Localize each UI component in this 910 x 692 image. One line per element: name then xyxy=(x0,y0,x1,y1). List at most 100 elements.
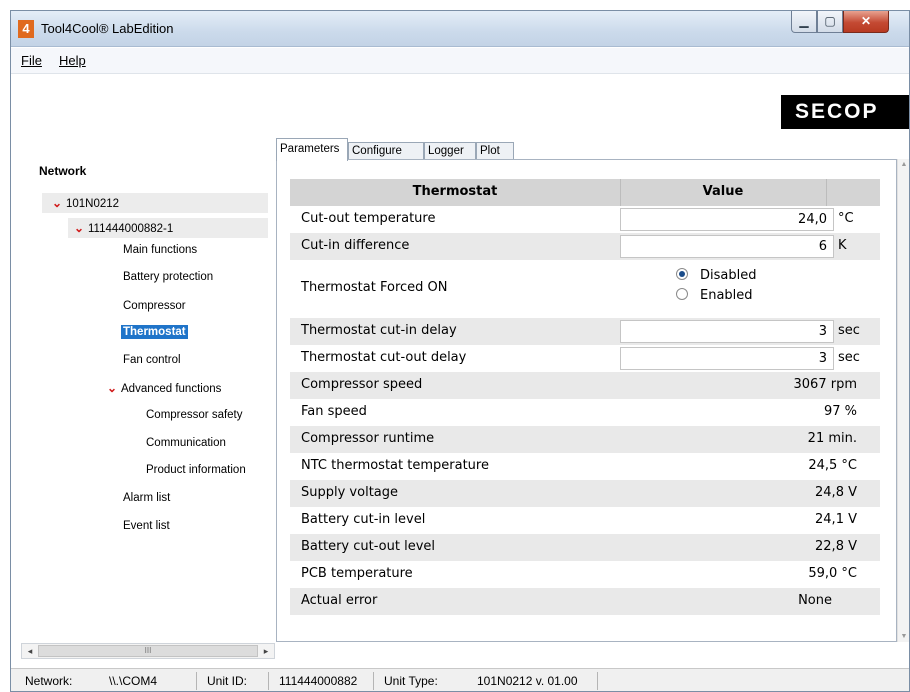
tree-item-label: Event list xyxy=(123,520,170,532)
table-row: Actual error None xyxy=(290,588,880,615)
param-value: 97 % xyxy=(823,404,857,419)
app-logo-icon: 4 xyxy=(18,20,34,38)
column-divider xyxy=(826,179,827,206)
table-row: Thermostat cut-out delay 3 sec xyxy=(290,345,880,372)
status-divider xyxy=(597,672,598,690)
param-name: Supply voltage xyxy=(301,485,399,500)
tree-node-label: 111444000882-1 xyxy=(88,223,174,235)
tree-node-label: 101N0212 xyxy=(66,198,120,210)
tab-parameters[interactable]: Parameters xyxy=(276,138,348,161)
table-row: Fan speed 97 % xyxy=(290,399,880,426)
tree-item-label: Advanced functions xyxy=(121,383,222,395)
scroll-down-icon[interactable]: ▼ xyxy=(899,633,909,640)
param-name: NTC thermostat temperature xyxy=(301,458,489,473)
param-value: 59,0 °C xyxy=(808,566,857,581)
tree-node-unit[interactable]: ⌄ 111444000882-1 xyxy=(68,218,268,238)
radio-label: Disabled xyxy=(700,268,757,283)
param-name: Battery cut-out level xyxy=(301,539,435,554)
param-value: 22,8 V xyxy=(815,539,857,554)
tree-node-device[interactable]: ⌄ 101N0212 xyxy=(42,193,268,213)
param-name: Thermostat Forced ON xyxy=(301,280,448,295)
chevron-down-icon[interactable]: ⌄ xyxy=(107,381,121,395)
tree-item-label: Alarm list xyxy=(123,492,171,504)
chevron-down-icon[interactable]: ⌄ xyxy=(52,196,66,210)
radio-unselected-icon[interactable] xyxy=(676,288,688,300)
scroll-left-icon[interactable]: ◂ xyxy=(22,644,38,658)
tab-logger[interactable]: Logger xyxy=(424,142,476,160)
tree-item-compressor-safety[interactable]: Compressor safety xyxy=(146,409,243,421)
chevron-down-icon[interactable]: ⌄ xyxy=(74,221,88,235)
tab-configure[interactable]: Configure xyxy=(348,142,424,160)
radio-selected-icon[interactable] xyxy=(676,268,688,280)
tree-item-battery-protection[interactable]: Battery protection xyxy=(123,271,213,283)
table-row: PCB temperature 59,0 °C xyxy=(290,561,880,588)
radio-option-enabled[interactable]: Enabled xyxy=(676,288,753,303)
cut-out-delay-input[interactable]: 3 xyxy=(620,347,834,370)
table-row: Battery cut-out level 22,8 V xyxy=(290,534,880,561)
tree-item-main-functions[interactable]: Main functions xyxy=(123,244,197,256)
param-name: Compressor runtime xyxy=(301,431,435,446)
param-name: Fan speed xyxy=(301,404,367,419)
tree-item-event-list[interactable]: Event list xyxy=(123,520,170,532)
param-unit: sec xyxy=(838,350,860,365)
menu-bar: File Help xyxy=(11,48,909,74)
scrollbar-thumb[interactable]: III xyxy=(38,645,258,657)
status-network-value: \\.\COM4 xyxy=(109,674,158,688)
param-value: 24,8 V xyxy=(815,485,857,500)
tree-item-thermostat[interactable]: Thermostat xyxy=(121,325,188,339)
minimize-button[interactable]: ▁ xyxy=(791,11,817,33)
table-row: Battery cut-in level 24,1 V xyxy=(290,507,880,534)
status-unit-id-label: Unit ID: xyxy=(207,674,248,688)
close-button[interactable]: ✕ xyxy=(843,11,889,33)
maximize-button[interactable]: ▢ xyxy=(817,11,843,33)
tree-item-advanced-functions[interactable]: ⌄ Advanced functions xyxy=(107,381,221,395)
cut-out-temperature-input[interactable]: 24,0 xyxy=(620,208,834,231)
param-name: PCB temperature xyxy=(301,566,413,581)
tree-root-label: Network xyxy=(39,164,87,178)
param-name: Cut-out temperature xyxy=(301,211,436,226)
table-row: Compressor speed 3067 rpm xyxy=(290,372,880,399)
status-divider xyxy=(196,672,197,690)
window-title: Tool4Cool® LabEdition xyxy=(41,21,174,36)
param-value: None xyxy=(798,593,832,608)
radio-option-disabled[interactable]: Disabled xyxy=(676,268,756,283)
menu-help[interactable]: Help xyxy=(59,53,86,68)
tab-plot[interactable]: Plot xyxy=(476,142,514,160)
param-name: Thermostat cut-in delay xyxy=(301,323,457,338)
tree-item-communication[interactable]: Communication xyxy=(146,437,226,449)
param-name: Compressor speed xyxy=(301,377,423,392)
menu-file-label: File xyxy=(21,53,42,68)
param-name: Actual error xyxy=(301,593,378,608)
column-header-name: Thermostat xyxy=(412,184,498,199)
tree-item-product-information[interactable]: Product information xyxy=(146,464,246,476)
tree-item-label: Compressor xyxy=(123,300,186,312)
param-value: 24,5 °C xyxy=(808,458,857,473)
tree-item-label: Communication xyxy=(146,437,226,449)
cut-in-difference-input[interactable]: 6 xyxy=(620,235,834,258)
tree-horizontal-scrollbar[interactable]: ◂ III ▸ xyxy=(21,643,275,659)
tree-item-alarm-list[interactable]: Alarm list xyxy=(123,492,170,504)
param-value: 3067 rpm xyxy=(793,377,857,392)
param-value: 21 min. xyxy=(807,431,857,446)
menu-help-label: Help xyxy=(59,53,86,68)
table-row: Thermostat cut-in delay 3 sec xyxy=(290,318,880,345)
menu-file[interactable]: File xyxy=(21,53,42,68)
tree-item-label: Fan control xyxy=(123,354,181,366)
column-header-value: Value xyxy=(702,184,744,199)
status-unit-type-value: 101N0212 v. 01.00 xyxy=(477,674,578,688)
tree-item-fan-control[interactable]: Fan control xyxy=(123,354,181,366)
tree-item-label: Compressor safety xyxy=(146,409,243,421)
status-bar: Network: \\.\COM4 Unit ID: 111444000882 … xyxy=(11,668,909,691)
scroll-right-icon[interactable]: ▸ xyxy=(258,644,274,658)
table-header: Thermostat Value xyxy=(290,179,880,206)
tree-item-compressor[interactable]: Compressor xyxy=(123,300,186,312)
scroll-up-icon[interactable]: ▲ xyxy=(899,161,909,168)
content-vertical-scrollbar[interactable]: ▲ ▼ xyxy=(897,159,909,642)
cut-in-delay-input[interactable]: 3 xyxy=(620,320,834,343)
radio-label: Enabled xyxy=(700,288,753,303)
param-name: Cut-in difference xyxy=(301,238,410,253)
status-divider xyxy=(373,672,374,690)
param-unit: sec xyxy=(838,323,860,338)
table-row: Compressor runtime 21 min. xyxy=(290,426,880,453)
param-value: 24,1 V xyxy=(815,512,857,527)
